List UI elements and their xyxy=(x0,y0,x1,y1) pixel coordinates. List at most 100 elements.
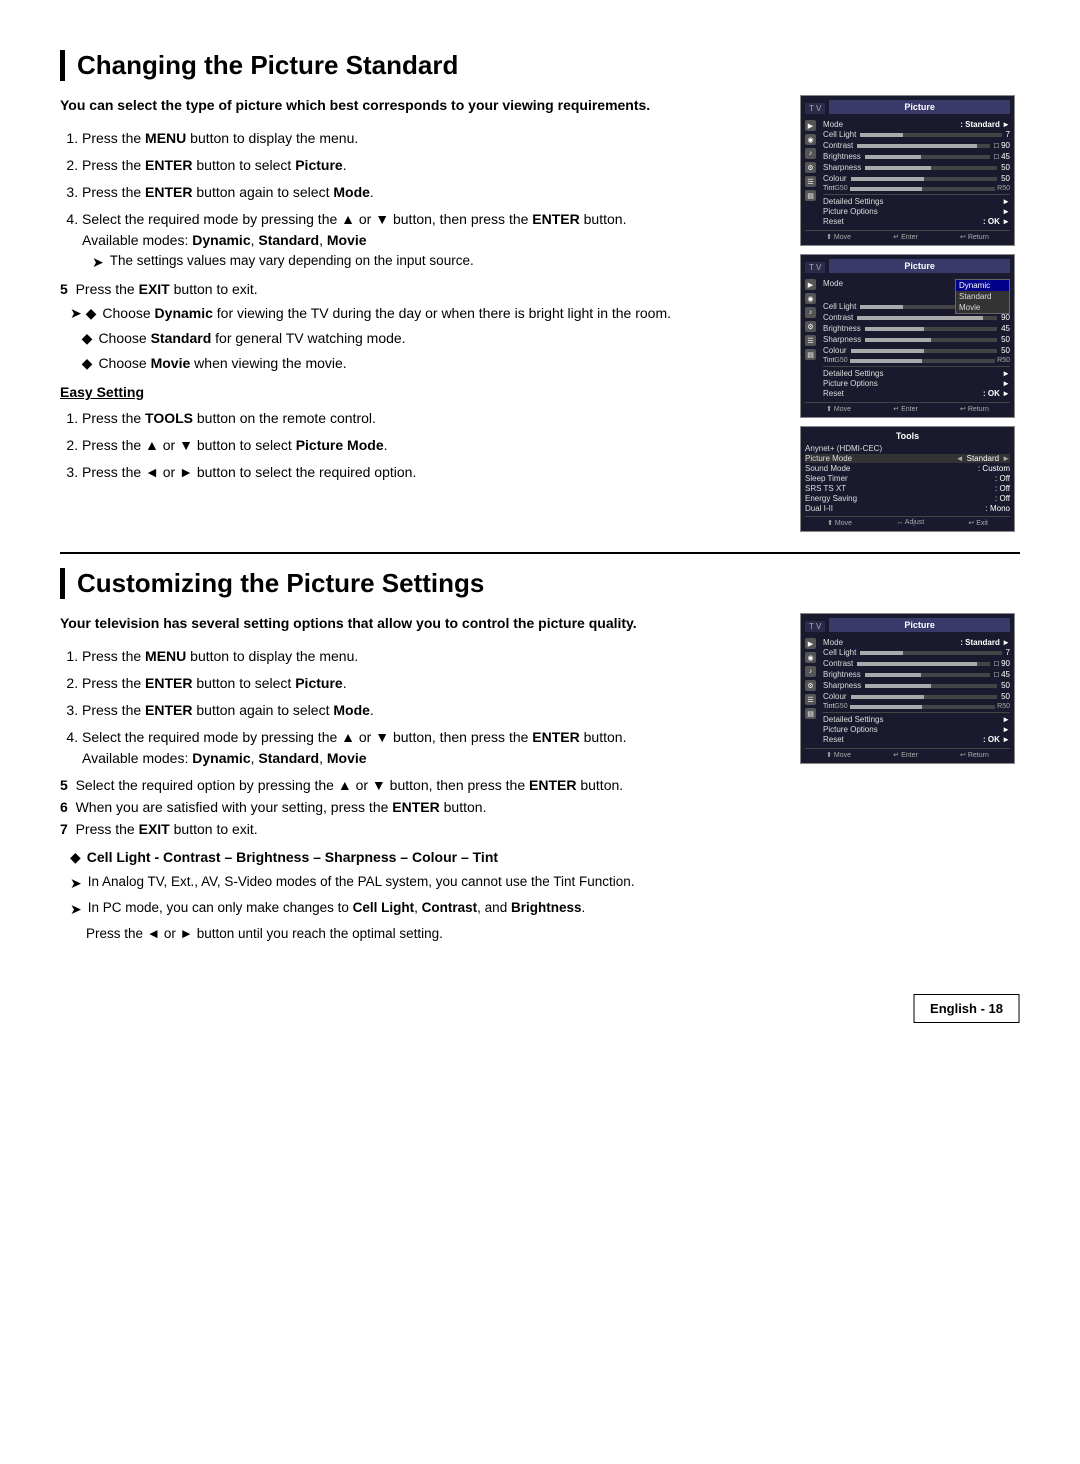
tv1-icon2: ◉ xyxy=(805,134,816,145)
s2-step7: 7 Press the EXIT button to exit. xyxy=(60,821,258,837)
tv4-footer: ⬆ Move↵ Enter↩ Return xyxy=(805,748,1010,759)
tv4-icon6: ▤ xyxy=(805,708,816,719)
tv-screen-3: Tools Anynet+ (HDMI-CEC) Picture Mode ◄ … xyxy=(800,426,1015,532)
tv3-energy-row: Energy Saving : Off xyxy=(805,494,1010,503)
tv4-content: Mode : Standard ► Cell Light 7 Contrast … xyxy=(823,638,1010,745)
tv1-footer: ⬆ Move↵ Enter↩ Return xyxy=(805,230,1010,241)
tv-screen-1: T V Picture ▶ ◉ ♪ ⚙ ☰ ▤ Mode : Standard … xyxy=(800,95,1015,246)
tv1-detail-row: Detailed Settings► xyxy=(823,197,1010,206)
section2-steps: Press the MENU button to display the men… xyxy=(82,646,780,769)
bullet3: ◆ Choose Movie when viewing the movie. xyxy=(70,353,780,374)
tv4-icon4: ⚙ xyxy=(805,680,816,691)
tv3-picturemode-row: Picture Mode ◄ Standard ► xyxy=(805,454,1010,463)
tv1-brightness-row: Brightness □ 45 xyxy=(823,152,1010,161)
section1-images: T V Picture ▶ ◉ ♪ ⚙ ☰ ▤ Mode : Standard … xyxy=(800,95,1020,532)
settings-note: ➤ The settings values may vary depending… xyxy=(92,251,780,273)
tv4-reset-row: Reset: OK ► xyxy=(823,735,1010,744)
tv2-picopt-row: Picture Options► xyxy=(823,379,1010,388)
tv1-title: Picture xyxy=(829,100,1010,114)
tv2-brightness-row: Brightness 45 xyxy=(823,324,1010,333)
tv2-title: Picture xyxy=(829,259,1010,273)
section1-steps: Press the MENU button to display the men… xyxy=(82,128,780,273)
tv2-sharpness-row: Sharpness 50 xyxy=(823,335,1010,344)
tv3-soundmode-row: Sound Mode : Custom xyxy=(805,464,1010,473)
tv2-icon5: ☰ xyxy=(805,335,816,346)
s2-step2: Press the ENTER button to select Picture… xyxy=(82,673,780,694)
tv2-label: T V xyxy=(805,262,825,273)
section-divider xyxy=(60,552,1020,554)
tv2-colour-row: Colour 50 xyxy=(823,346,1010,355)
tv4-tint-row: Tint G50 R50 xyxy=(823,703,1010,710)
tv4-title: Picture xyxy=(829,618,1010,632)
tv1-icon6: ▤ xyxy=(805,190,816,201)
section1-content: You can select the type of picture which… xyxy=(60,95,780,532)
tv3-srs-row: SRS TS XT : Off xyxy=(805,484,1010,493)
tv1-icon3: ♪ xyxy=(805,148,816,159)
tv4-icons: ▶ ◉ ♪ ⚙ ☰ ▤ xyxy=(805,638,819,745)
tv1-mode-row: Mode : Standard ► xyxy=(823,120,1010,129)
tv2-icon1: ▶ xyxy=(805,279,816,290)
s2-step5: 5 Select the required option by pressing… xyxy=(60,777,623,793)
tv1-icon1: ▶ xyxy=(805,120,816,131)
tv4-detail-row: Detailed Settings► xyxy=(823,715,1010,724)
mode-dynamic: Dynamic xyxy=(956,280,1009,291)
s2-note2: ➤ In PC mode, you can only make changes … xyxy=(70,898,780,920)
cell-light-bullet: ◆ Cell Light - Contrast – Brightness – S… xyxy=(70,847,780,868)
tv1-icon5: ☰ xyxy=(805,176,816,187)
tv1-celllight-row: Cell Light 7 xyxy=(823,130,1010,139)
step5: 5 Press the EXIT button to exit. xyxy=(60,281,258,297)
tv2-content: Dynamic Standard Movie Mode Cell Light 7 xyxy=(823,279,1010,399)
tv1-tint-row: Tint G50 R50 xyxy=(823,185,1010,192)
mode-standard: Standard xyxy=(956,291,1009,302)
tv3-dual-row: Dual I-II : Mono xyxy=(805,504,1010,513)
tv4-icon2: ◉ xyxy=(805,652,816,663)
s2-step4: Select the required mode by pressing the… xyxy=(82,727,780,769)
tv3-sleep-row: Sleep Timer : Off xyxy=(805,474,1010,483)
mode-movie: Movie xyxy=(956,302,1009,313)
tv1-reset-row: Reset: OK ► xyxy=(823,217,1010,226)
tv4-icon5: ☰ xyxy=(805,694,816,705)
tv4-icon3: ♪ xyxy=(805,666,816,677)
tv1-sharpness-row: Sharpness 50 xyxy=(823,163,1010,172)
tv2-icon6: ▤ xyxy=(805,349,816,360)
s2-note3: Press the ◄ or ► button until you reach … xyxy=(86,924,780,944)
section2-title: Customizing the Picture Settings xyxy=(60,568,1020,599)
step4: Select the required mode by pressing the… xyxy=(82,209,780,273)
footer-text: English - 18 xyxy=(913,994,1020,1023)
tv2-icon4: ⚙ xyxy=(805,321,816,332)
section1-intro: You can select the type of picture which… xyxy=(60,95,780,116)
tv4-colour-row: Colour 50 xyxy=(823,692,1010,701)
easy-setting-label: Easy Setting xyxy=(60,384,780,400)
easy-step2: Press the ▲ or ▼ button to select Pictur… xyxy=(82,435,780,456)
tv2-contrast-row: Contrast 90 xyxy=(823,313,1010,322)
available-modes-label: Available modes: Dynamic, Standard, Movi… xyxy=(82,232,367,248)
tv1-content: Mode : Standard ► Cell Light 7 Contrast … xyxy=(823,120,1010,227)
tv4-sharpness-row: Sharpness 50 xyxy=(823,681,1010,690)
tv1-label: T V xyxy=(805,103,825,114)
tv4-picopt-row: Picture Options► xyxy=(823,725,1010,734)
tv2-tint-row: Tint G50 R50 xyxy=(823,357,1010,364)
tv4-contrast-row: Contrast □ 90 xyxy=(823,659,1010,668)
tv4-mode-row: Mode : Standard ► xyxy=(823,638,1010,647)
tv1-icons: ▶ ◉ ♪ ⚙ ☰ ▤ xyxy=(805,120,819,227)
tv2-footer: ⬆ Move↵ Enter↩ Return xyxy=(805,402,1010,413)
tv1-colour-row: Colour 50 xyxy=(823,174,1010,183)
tv3-anynet-row: Anynet+ (HDMI-CEC) xyxy=(805,444,1010,453)
step3: Press the ENTER button again to select M… xyxy=(82,182,780,203)
bullet1: ➤ ◆ Choose Dynamic for viewing the TV du… xyxy=(70,303,780,324)
tv4-brightness-row: Brightness □ 45 xyxy=(823,670,1010,679)
step2: Press the ENTER button to select Picture… xyxy=(82,155,780,176)
s2-step6: 6 When you are satisfied with your setti… xyxy=(60,799,486,815)
tv1-icon4: ⚙ xyxy=(805,162,816,173)
s2-step3: Press the ENTER button again to select M… xyxy=(82,700,780,721)
s2-note1: ➤ In Analog TV, Ext., AV, S-Video modes … xyxy=(70,872,780,894)
tv-screen-2: T V Picture ▶ ◉ ♪ ⚙ ☰ ▤ Dynamic xyxy=(800,254,1015,418)
tv1-contrast-row: Contrast □ 90 xyxy=(823,141,1010,150)
easy-step3: Press the ◄ or ► button to select the re… xyxy=(82,462,780,483)
tv3-title: Tools xyxy=(805,431,1010,441)
tv2-reset-row: Reset: OK ► xyxy=(823,389,1010,398)
section2-content: Your television has several setting opti… xyxy=(60,613,780,944)
section2-images: T V Picture ▶ ◉ ♪ ⚙ ☰ ▤ Mode : Standard … xyxy=(800,613,1020,944)
s2-step1: Press the MENU button to display the men… xyxy=(82,646,780,667)
tv1-picopt-row: Picture Options► xyxy=(823,207,1010,216)
